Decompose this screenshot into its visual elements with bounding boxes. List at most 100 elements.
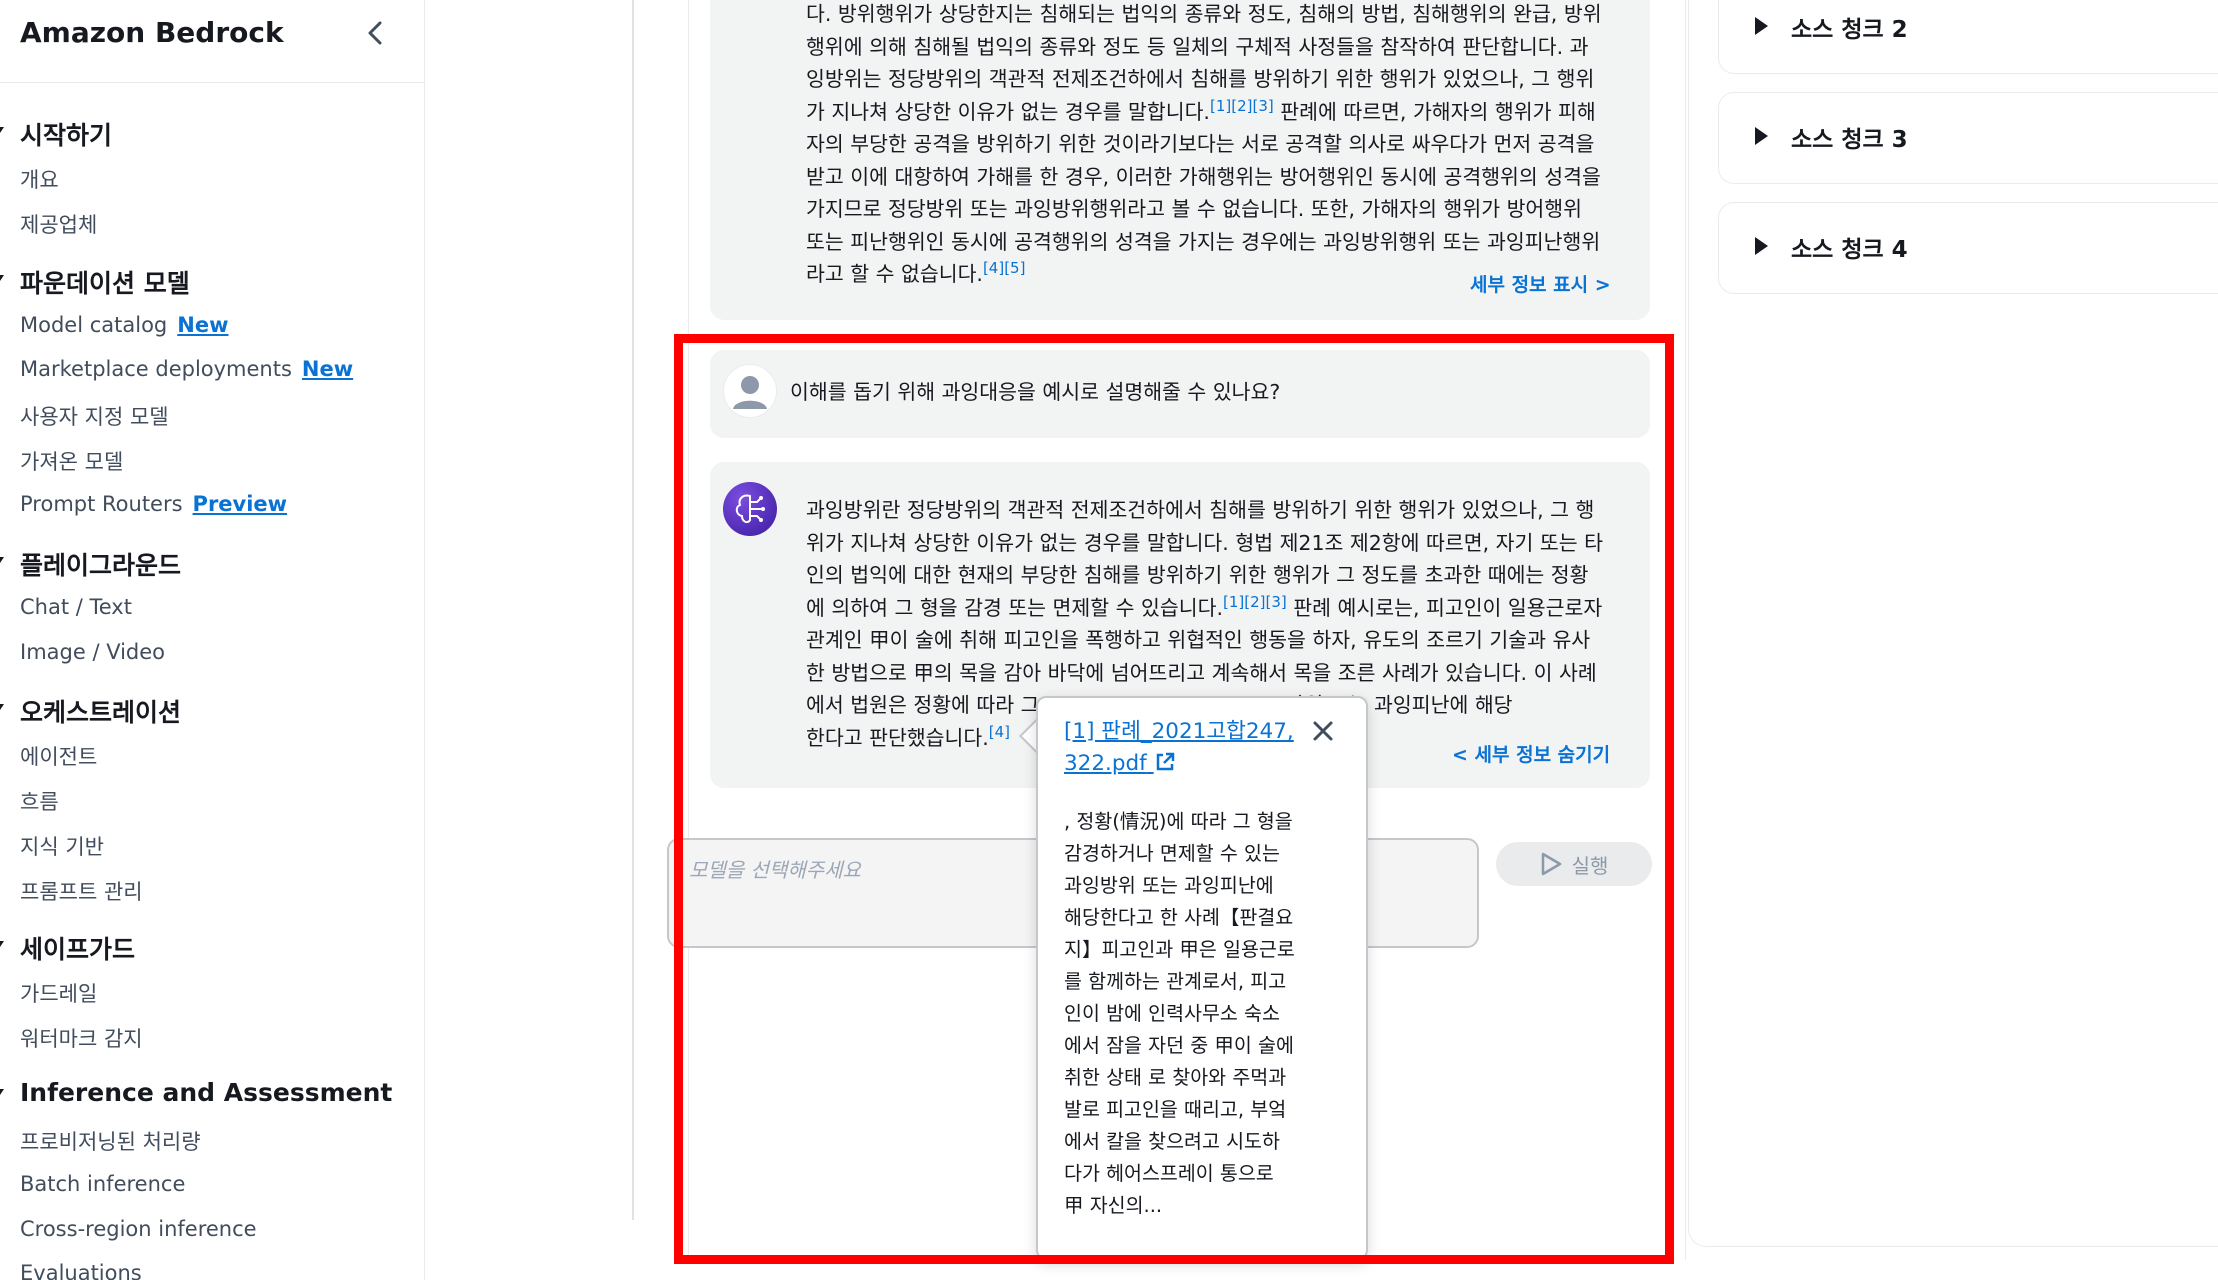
sidebar-item-evaluations[interactable]: Evaluations <box>20 1261 142 1280</box>
expand-triangle-icon <box>1755 17 1768 35</box>
brain-circuit-icon <box>735 494 765 524</box>
message-line: 다. 방위행위가 상당한지는 침해되는 법익의 종류와 정도, 침해의 방법, … <box>806 2 1602 26</box>
user-message-text: 이해를 돕기 위해 과잉대응을 예시로 설명해줄 수 있나요? <box>790 380 1281 404</box>
excerpt-line: 취한 상태 로 찾아와 주먹과 <box>1064 1066 1287 1089</box>
excerpt-line: 甲 자신의... <box>1064 1194 1163 1217</box>
sidebar-item-provisioned-throughput[interactable]: 프로비저닝된 처리량 <box>20 1126 201 1156</box>
message-line: 받고 이에 대항하여 가해를 한 경우, 이러한 가해행위는 방어행위인 동시에… <box>806 164 1601 189</box>
source-chunk-3[interactable]: 소스 청크 3 <box>1718 92 2218 184</box>
citation-link[interactable]: [4][5] <box>983 259 1026 277</box>
excerpt-line: 지】피고인과 甲은 일용근로 <box>1064 938 1295 961</box>
run-button-label: 실행 <box>1571 853 1609 878</box>
message-text: 에서 법원은 정황에 따라 그 <box>806 693 1040 717</box>
excerpt-line: 해당한다고 한 사례【판결요 <box>1064 906 1294 929</box>
sidebar-section-label: 세이프가드 <box>20 935 136 964</box>
excerpt-line: 과잉방위 또는 과잉피난에 <box>1064 874 1274 897</box>
caret-down-icon <box>0 941 4 950</box>
source-chunk-2[interactable]: 소스 청크 2 <box>1718 0 2218 74</box>
expand-triangle-icon <box>1755 127 1768 145</box>
message-line: 인의 법익에 대한 현재의 부당한 침해를 방위하기 위한 행위가 그 정도를 … <box>806 563 1589 587</box>
source-chunk-label: 소스 청크 2 <box>1791 17 1908 43</box>
new-badge: New <box>301 357 354 381</box>
show-details-link[interactable]: 세부 정보 표시 > <box>1470 270 1611 297</box>
excerpt-line: 에서 잠을 자던 중 甲이 술에 <box>1064 1034 1294 1057</box>
message-text: 라고 할 수 없습니다. <box>806 262 983 286</box>
sidebar-collapse-button[interactable] <box>362 16 388 50</box>
user-message: 이해를 돕기 위해 과잉대응을 예시로 설명해줄 수 있나요? <box>710 350 1650 438</box>
sidebar-header: Amazon Bedrock <box>0 0 424 83</box>
sidebar-item-batch-inference[interactable]: Batch inference <box>20 1172 185 1196</box>
source-document-link[interactable]: [1] 판례_2021고합247, 322.pdf <box>1064 716 1294 780</box>
citation-link[interactable]: [4] <box>989 723 1010 741</box>
source-chunk-label: 소스 청크 4 <box>1791 237 1908 263</box>
sidebar-item-label: Marketplace deployments <box>20 357 292 381</box>
assistant-message-text: 다. 방위행위가 상당한지는 침해되는 법익의 종류와 정도, 침해의 방법, … <box>806 0 1638 291</box>
sidebar-item-model-catalog[interactable]: Model catalog New <box>20 313 228 337</box>
sidebar-item-watermark-detection[interactable]: 워터마크 감지 <box>20 1023 143 1053</box>
message-text: 판례 예시로는, 피고인이 일용근로자 <box>1286 595 1603 620</box>
sidebar-item-imported-models[interactable]: 가져온 모델 <box>20 446 123 476</box>
user-avatar <box>723 364 777 418</box>
message-text: 가 지나쳐 상당한 이유가 없는 경우를 말합니다. <box>806 99 1210 124</box>
assistant-avatar <box>723 482 777 536</box>
sidebar-item-prompt-routers[interactable]: Prompt Routers Preview <box>20 492 287 516</box>
message-line: 한 방법으로 甲의 목을 감아 바닥에 넘어뜨리고 계속해서 목을 조른 사례가… <box>806 660 1597 685</box>
run-button[interactable]: 실행 <box>1496 842 1652 886</box>
sidebar-item-guardrails[interactable]: 가드레일 <box>20 978 97 1008</box>
excerpt-line: 를 함께하는 관계로서, 피고 <box>1064 970 1287 993</box>
sidebar-item-cross-region-inference[interactable]: Cross-region inference <box>20 1217 257 1241</box>
source-chunk-label: 소스 청크 3 <box>1791 127 1908 153</box>
message-text: 판례에 따르면, 가해자의 행위가 피해 <box>1273 99 1596 124</box>
message-line: 위가 지나쳐 상당한 이유가 없는 경우를 말합니다. 형법 제21조 제2항에… <box>806 530 1603 555</box>
caret-down-icon <box>0 704 4 713</box>
sidebar-item-image-video[interactable]: Image / Video <box>20 640 165 664</box>
sidebar-item-chat-text[interactable]: Chat / Text <box>20 595 132 619</box>
sidebar-title: Amazon Bedrock <box>20 16 284 49</box>
source-document-link-text: [1] 판례_2021고합247, 322.pdf <box>1064 719 1294 776</box>
excerpt-line: 발로 피고인을 때리고, 부엌 <box>1064 1098 1287 1121</box>
sidebar-section-label: 파운데이션 모델 <box>20 269 190 298</box>
sidebar-item-overview[interactable]: 개요 <box>20 164 59 194</box>
sidebar-section-label: 오케스트레이션 <box>20 698 182 727</box>
sidebar: Amazon Bedrock 시작하기 개요 제공업체 파운데이션 모델 Mod… <box>0 0 425 1280</box>
sidebar-item-label: Prompt Routers <box>20 492 183 516</box>
source-chunks-panel <box>1688 0 2218 1247</box>
chevron-left-icon <box>368 21 382 45</box>
message-line: 에 의하여 그 형을 감경 또는 면제할 수 있습니다.[1][2][3] 판례… <box>806 592 1642 625</box>
message-line: 또는 피난행위인 동시에 공격행위의 성격을 가지는 경우에는 과잉방위행위 또… <box>806 229 1601 254</box>
message-line: 가 지나쳐 상당한 이유가 없는 경우를 말합니다.[1][2][3] 판례에 … <box>806 96 1638 129</box>
sidebar-item-flows[interactable]: 흐름 <box>20 786 59 816</box>
excerpt-line: 에서 칼을 찾으려고 시도하 <box>1064 1130 1280 1153</box>
citation-link[interactable]: [1][2][3] <box>1223 593 1287 611</box>
external-link-icon <box>1156 752 1174 771</box>
sidebar-item-custom-models[interactable]: 사용자 지정 모델 <box>20 401 169 431</box>
message-line: 가지므로 정당방위 또는 과잉방위행위라고 볼 수 없습니다. 또한, 가해자의… <box>806 197 1583 221</box>
sidebar-item-marketplace-deployments[interactable]: Marketplace deployments New <box>20 357 353 381</box>
new-badge: New <box>177 313 229 337</box>
popover-close-button[interactable] <box>1308 716 1338 746</box>
message-text: 한다고 판단했습니다. <box>806 725 989 750</box>
user-icon <box>733 376 767 409</box>
caret-down-icon <box>0 1089 4 1098</box>
sidebar-item-prompt-management[interactable]: 프롬프트 관리 <box>20 876 143 906</box>
message-line: 관계인 甲이 술에 취해 피고인을 폭행하고 위협적인 행동을 하자, 유도의 … <box>806 628 1591 652</box>
message-line: 과잉방위란 정당방위의 객관적 전제조건하에서 침해를 방위하기 위한 행위가 … <box>806 498 1595 522</box>
message-line: 잉방위는 정당방위의 객관적 전제조건하에서 침해를 방위하기 위한 행위가 있… <box>806 67 1595 91</box>
excerpt-line: 인이 밤에 인력사무소 숙소 <box>1064 1002 1280 1025</box>
popover-excerpt: , 정황(情況)에 따라 그 형을 감경하거나 면제할 수 있는 과잉방위 또는… <box>1064 806 1324 1222</box>
sidebar-section-label: 플레이그라운드 <box>20 551 182 580</box>
sidebar-item-providers[interactable]: 제공업체 <box>20 209 97 239</box>
citation-link[interactable]: [1][2][3] <box>1210 97 1274 115</box>
citation-popover: [1] 판례_2021고합247, 322.pdf , 정황(情況)에 따라 그… <box>1036 696 1368 1260</box>
excerpt-line: 감경하거나 면제할 수 있는 <box>1064 842 1280 865</box>
preview-badge: Preview <box>192 492 288 516</box>
message-line: 행위에 의해 침해될 법익의 종류와 정도 등 일체의 구체적 사정들을 참작하… <box>806 34 1589 59</box>
hide-details-link[interactable]: < 세부 정보 숨기기 <box>1452 740 1610 767</box>
message-line: 자의 부당한 공격을 방위하기 위한 것이라기보다는 서로 공격할 의사로 싸우… <box>806 132 1595 156</box>
sidebar-item-agents[interactable]: 에이전트 <box>20 741 97 771</box>
sidebar-item-knowledge-bases[interactable]: 지식 기반 <box>20 831 104 861</box>
close-icon <box>1313 721 1333 741</box>
source-chunk-4[interactable]: 소스 청크 4 <box>1718 202 2218 294</box>
play-icon <box>1541 852 1561 876</box>
prompt-placeholder: 모델을 선택해주세요 <box>689 858 861 882</box>
